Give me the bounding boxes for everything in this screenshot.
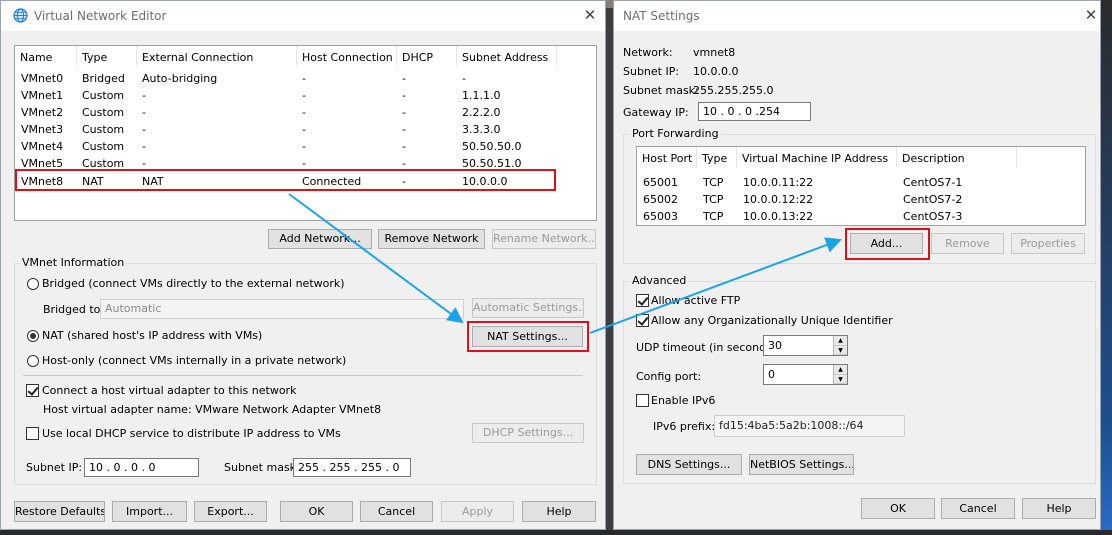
arrow-to-nat-settings (288, 193, 464, 324)
arrow-to-add-button (589, 237, 842, 334)
annotation-arrows (288, 193, 842, 334)
